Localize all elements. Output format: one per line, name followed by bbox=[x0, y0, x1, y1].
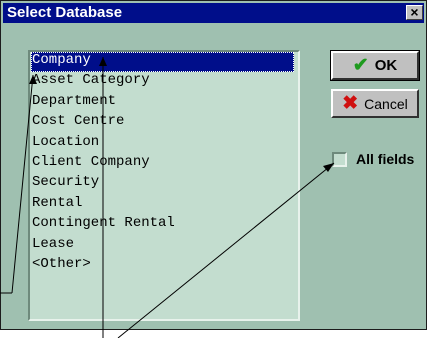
x-icon: ✖ bbox=[342, 93, 359, 114]
all-fields-label: All fields bbox=[356, 151, 415, 167]
list-item-lease[interactable]: Lease bbox=[30, 236, 298, 256]
cancel-label: Cancel bbox=[364, 95, 408, 112]
list-item-contingent-rental[interactable]: Contingent Rental bbox=[30, 215, 298, 235]
all-fields-option[interactable]: All fields bbox=[332, 151, 414, 167]
list-item-location[interactable]: Location bbox=[30, 134, 298, 154]
window-title: Select Database bbox=[7, 4, 123, 21]
list-item-client-company[interactable]: Client Company bbox=[30, 154, 298, 174]
list-item-company[interactable]: Company bbox=[31, 52, 294, 73]
list-item-asset-category[interactable]: Asset Category bbox=[30, 72, 298, 92]
cancel-button[interactable]: ✖ Cancel bbox=[331, 89, 419, 118]
close-button[interactable]: × bbox=[406, 5, 423, 20]
title-bar: Select Database × bbox=[3, 3, 424, 23]
list-item-security[interactable]: Security bbox=[30, 174, 298, 194]
list-item-cost-centre[interactable]: Cost Centre bbox=[30, 113, 298, 133]
select-database-dialog: Select Database × Company Asset Category… bbox=[0, 0, 427, 330]
database-listbox[interactable]: Company Asset Category Department Cost C… bbox=[28, 50, 300, 321]
ok-label: OK bbox=[374, 57, 398, 74]
list-item-rental[interactable]: Rental bbox=[30, 195, 298, 215]
list-item-other[interactable]: <Other> bbox=[30, 256, 298, 276]
close-icon: × bbox=[410, 4, 419, 20]
all-fields-checkbox[interactable] bbox=[332, 151, 347, 167]
check-icon: ✔ bbox=[352, 55, 369, 76]
list-item-department[interactable]: Department bbox=[30, 93, 298, 113]
ok-button[interactable]: ✔ OK bbox=[330, 50, 420, 81]
